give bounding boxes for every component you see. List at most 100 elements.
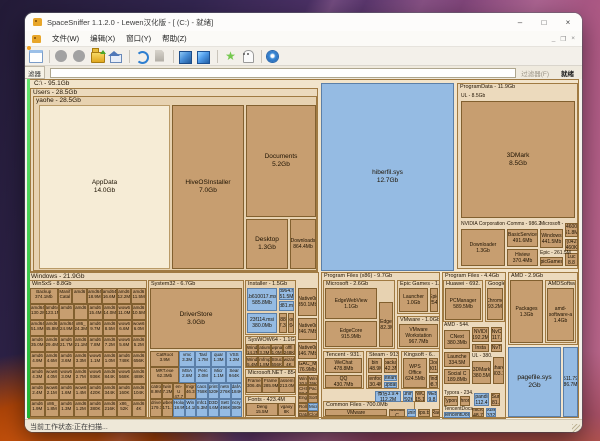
treemap-box-vmware-workstation[interactable]: VMware Workstation967.7Mb [399, 324, 438, 347]
new-view-icon[interactable] [29, 50, 44, 63]
treemap-cell-amd6[interactable]: amd612.2M [117, 288, 132, 304]
treemap-cell-amd6[interactable]: amd67.2M [103, 336, 118, 352]
treemap-box-nvc[interactable]: NvC15.1 [415, 391, 425, 402]
treemap-cell-deng[interactable]: Deng15.5M [246, 403, 278, 416]
minimize-button[interactable]: – [508, 13, 532, 31]
treemap-cell-netn[interactable]: netn276K [219, 383, 231, 399]
menu-window[interactable]: 窗口(Y) [126, 33, 151, 44]
treemap-box-packa[interactable]: packa242.3M [384, 358, 397, 373]
treemap-box-social-c[interactable]: Social C [389, 409, 405, 417]
treemap-cell-quar[interactable]: quar1.3M [211, 351, 227, 367]
treemap-cell-en-u[interactable]: en-U47.7 [173, 383, 185, 399]
treemap-cell-amd6[interactable]: amd6 [72, 288, 87, 304]
treemap-cell-tasl[interactable]: Tasl1.7M [195, 351, 211, 367]
treemap-box-micro[interactable]: micro48.7 [472, 408, 484, 417]
treemap-cell-amd6[interactable]: amd621.1M [74, 336, 89, 352]
treemap-cell-amd6[interactable]: amd6 [59, 304, 74, 320]
treemap-cell-amd6[interactable]: amd6844K [103, 368, 118, 384]
treemap-cell-sear[interactable]: Sear944K [226, 367, 242, 383]
treemap-box-appdata[interactable]: AppData14.0Gb [39, 105, 170, 269]
treemap-cell-mfmp[interactable]: mfmp1.8M [258, 356, 270, 367]
refresh-icon[interactable] [135, 50, 150, 63]
treemap-cell-wow6[interactable]: wow6568K [117, 368, 132, 384]
treemap-cell-cacs[interactable]: cacs768K [196, 383, 208, 399]
treemap-cell-amd6[interactable]: amd6344K [103, 384, 118, 400]
treemap-cell-atium[interactable]: atium3.3M [258, 344, 270, 355]
treemap-box-edge[interactable]: Edge582.3M [379, 302, 393, 347]
treemap-cell-offfi[interactable]: offfi248K [283, 344, 295, 355]
export-file-icon[interactable] [153, 50, 168, 63]
treemap-box-desktop[interactable]: Desktop1.3Gb [246, 219, 288, 269]
treemap-cell-x86[interactable]: x86_24.3M [74, 320, 89, 336]
treemap-cell-amd6[interactable]: amd62.4M [30, 384, 45, 400]
treemap-cell-amd64[interactable]: amd6424.9M [59, 320, 74, 336]
treemap-box-pandi[interactable]: pandi112.4 [474, 393, 489, 406]
treemap-box-launche[interactable]: Launche334.5M [444, 352, 470, 367]
treemap-cell-migr[interactable]: migr46.3 [185, 383, 197, 399]
treemap-cell-amd6[interactable]: amd611.5M [131, 288, 146, 304]
settings-gear-icon[interactable] [267, 50, 282, 63]
treemap-box-qq[interactable]: QQ430.7Mb [325, 375, 362, 388]
menu-edit[interactable]: 编辑(X) [90, 33, 115, 44]
treemap-cell-amd64[interactable]: amd6418.9M [87, 288, 102, 304]
treemap-cell-dafa[interactable]: dafA184K [231, 383, 243, 399]
treemap-cell-amd6[interactable]: amd6656K [132, 352, 147, 368]
treemap-box-hiveosinstaller[interactable]: HiveOSInstaller7.0Gb [172, 105, 244, 269]
treemap-box-clou[interactable]: Clou301. [429, 358, 438, 373]
treemap-box-soul[interactable]: Soul204 [288, 313, 294, 333]
treemap-cell-amd6[interactable]: amd629.4M [45, 336, 60, 352]
treemap-box-epic[interactable]: Epic254. [430, 288, 438, 312]
treemap-cell-amd6[interactable]: amd64.9M [30, 352, 45, 368]
treemap-cell-amd6[interactable]: amd61.2M [74, 400, 89, 417]
treemap-cell-vmc[interactable]: vmc3.3M [179, 351, 195, 367]
treemap-cell-amd6[interactable]: amd65.2M [132, 336, 147, 352]
treemap-cell-mfc1[interactable]: mfc15.3M [196, 399, 208, 417]
treemap-cell-wow6[interactable]: wow65.6M [117, 336, 132, 352]
treemap-cell-pack[interactable]: Pack [308, 385, 318, 394]
treemap-cell-rollb[interactable]: Rollb [298, 403, 308, 411]
treemap-box-unin[interactable]: unin [407, 409, 416, 417]
treemap-cell-windo[interactable]: Windo5.4M [246, 356, 258, 367]
treemap-cell-mrt-exe[interactable]: MRT.exe62.3Mb [150, 367, 179, 383]
treemap-cell-closa[interactable]: Closa [308, 411, 318, 417]
treemap-cell-amd6[interactable]: amd61.6M [59, 384, 74, 400]
treemap-cell-amd6[interactable]: amd6216K [103, 400, 118, 417]
treemap-box-chrome[interactable]: Chrome593.2Mb [487, 288, 503, 320]
treemap-box-native0r[interactable]: Native0r246.7Mb [298, 318, 317, 340]
treemap-box-native0r[interactable]: Native0r350.1Mb [298, 288, 317, 316]
treemap-cell-micr[interactable]: Micr1.1M [211, 367, 227, 383]
treemap-cell-catroot[interactable]: CatRoot3.9M [150, 351, 179, 367]
treemap-cell-amd6[interactable]: amd61.9M [30, 400, 45, 417]
treemap-cell-perc[interactable]: Perc2.0M [195, 367, 211, 383]
treemap-cell-amd6[interactable]: amd6104K [132, 384, 147, 400]
menu-help[interactable]: 帮助(Z) [162, 33, 187, 44]
treemap-cell-amd6[interactable]: amd6420K [88, 384, 103, 400]
treemap-cell-amd6[interactable]: amd68.5M [103, 320, 118, 336]
treemap-box-4600[interactable]: 460051.8M [565, 223, 578, 237]
treemap-cell-wizar[interactable]: wizar4K [283, 356, 295, 367]
treemap-cell-wow6[interactable]: wow62.1M [45, 384, 60, 400]
treemap-box-downloader[interactable]: Downloader1.3Gb [461, 229, 505, 266]
treemap-cell-chs[interactable]: CHS88.1 [298, 385, 308, 394]
treemap-box-c6d964-msi[interactable]: c6d964.msi151.5Mb [279, 288, 294, 300]
treemap-box-6886[interactable]: 688627.3M [279, 313, 287, 333]
close-button[interactable]: × [556, 13, 580, 31]
treemap-cell-frame[interactable]: Frame285.9M [262, 377, 278, 393]
treemap-cell-amd6[interactable]: amd62.7M [74, 368, 89, 384]
resize-grip[interactable] [572, 424, 580, 432]
treemap-box-tips-tx[interactable]: tips.tx [418, 409, 430, 417]
treemap-cell-amd6[interactable]: amd610.5M [132, 304, 147, 320]
free-space-cube-icon[interactable] [179, 50, 194, 63]
treemap-cell-datas[interactable]: DataS [298, 411, 308, 417]
treemap-box-social-c[interactable]: Social C189.8Mb [444, 369, 470, 384]
treemap-box-hiview[interactable]: Hiview370.4Mb [507, 249, 538, 266]
treemap-cell-vss[interactable]: VSS1.2M [226, 351, 242, 367]
mdi-restore-button[interactable]: ❐ [560, 35, 566, 43]
treemap[interactable]: C:\ - 95.1GbUsers - 28.5Gbyaohe - 28.5Gb… [27, 79, 580, 419]
treemap-box-gac-m[interactable]: GAC_M76.9Mb [298, 361, 317, 373]
treemap-cell-amd6[interactable]: amd635.0M [30, 336, 45, 352]
treemap-cell-amd6[interactable]: amd63.3M [74, 352, 89, 368]
treemap-cell-msa[interactable]: MSA2.6M [179, 367, 195, 383]
treemap-cell-x86[interactable]: x86_52K [117, 400, 132, 417]
treemap-cell-ncry[interactable]: ncry380K [231, 399, 243, 417]
